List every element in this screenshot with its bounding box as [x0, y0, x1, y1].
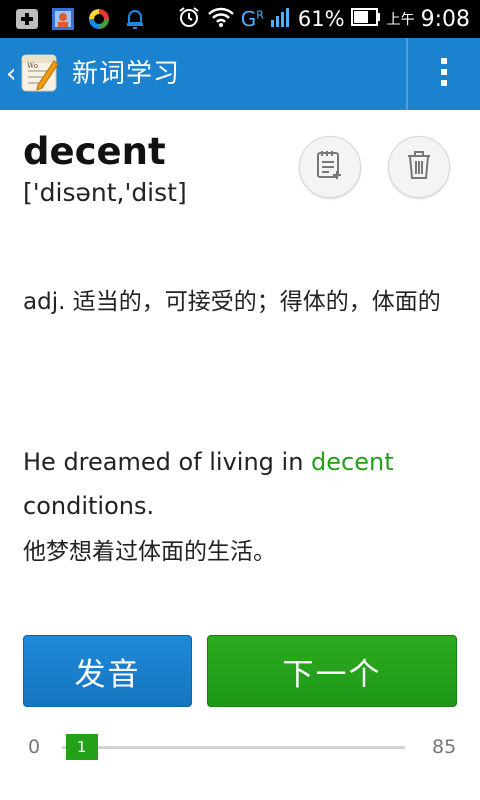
definition-text: adj. 适当的，可接受的；得体的，体面的: [23, 289, 441, 315]
progress-min-label: 0: [28, 736, 41, 758]
status-bar: GR 61% 上午 9:08: [0, 0, 480, 38]
battery-percent: 61%: [297, 7, 345, 31]
add-app-icon: [14, 7, 40, 31]
next-word-button[interactable]: 下一个: [207, 635, 457, 707]
network-type-label: GR: [240, 7, 264, 31]
phonetic-transcription: ['disənt,'dist]: [23, 178, 187, 207]
headword: decent: [23, 130, 166, 173]
signal-strength-icon: [270, 6, 292, 33]
sync-app-icon: [86, 7, 112, 31]
example-text-after: conditions.: [23, 492, 155, 520]
pronounce-button[interactable]: 发音: [23, 635, 192, 707]
clock-time: 9:08: [420, 6, 470, 32]
example-translation: 他梦想着过体面的生活。: [23, 539, 276, 565]
battery-icon: [350, 7, 381, 31]
action-bar: ‹ Wo 新词学习: [0, 38, 480, 110]
delete-word-button[interactable]: [388, 136, 450, 198]
clock-ampm: 上午: [386, 12, 415, 28]
notebook-add-icon: [315, 149, 345, 185]
chevron-left-icon: ‹: [6, 59, 17, 89]
contacts-app-icon: [50, 7, 76, 31]
progress-thumb[interactable]: 1: [65, 734, 98, 760]
status-indicators: GR 61% 上午 9:08: [177, 5, 480, 34]
add-to-notebook-button[interactable]: [299, 136, 361, 198]
example-highlight-word: decent: [311, 448, 394, 476]
overflow-menu-button[interactable]: [408, 38, 480, 110]
svg-text:Wo: Wo: [27, 62, 38, 70]
progress-max-label: 85: [432, 736, 457, 758]
app-logo-icon: Wo: [20, 51, 60, 97]
notification-icons: [0, 7, 148, 31]
page-title: 新词学习: [72, 59, 181, 89]
silent-profile-icon: [122, 7, 148, 31]
example-text-before: He dreamed of living in: [23, 448, 312, 476]
example-sentence: He dreamed of living in decent conditions…: [23, 440, 463, 528]
progress-track[interactable]: [62, 746, 405, 749]
alarm-icon: [177, 5, 201, 34]
trash-icon: [405, 149, 433, 185]
wifi-icon: [207, 6, 235, 33]
more-vertical-icon: [440, 57, 448, 91]
back-button[interactable]: ‹ Wo: [0, 38, 68, 110]
